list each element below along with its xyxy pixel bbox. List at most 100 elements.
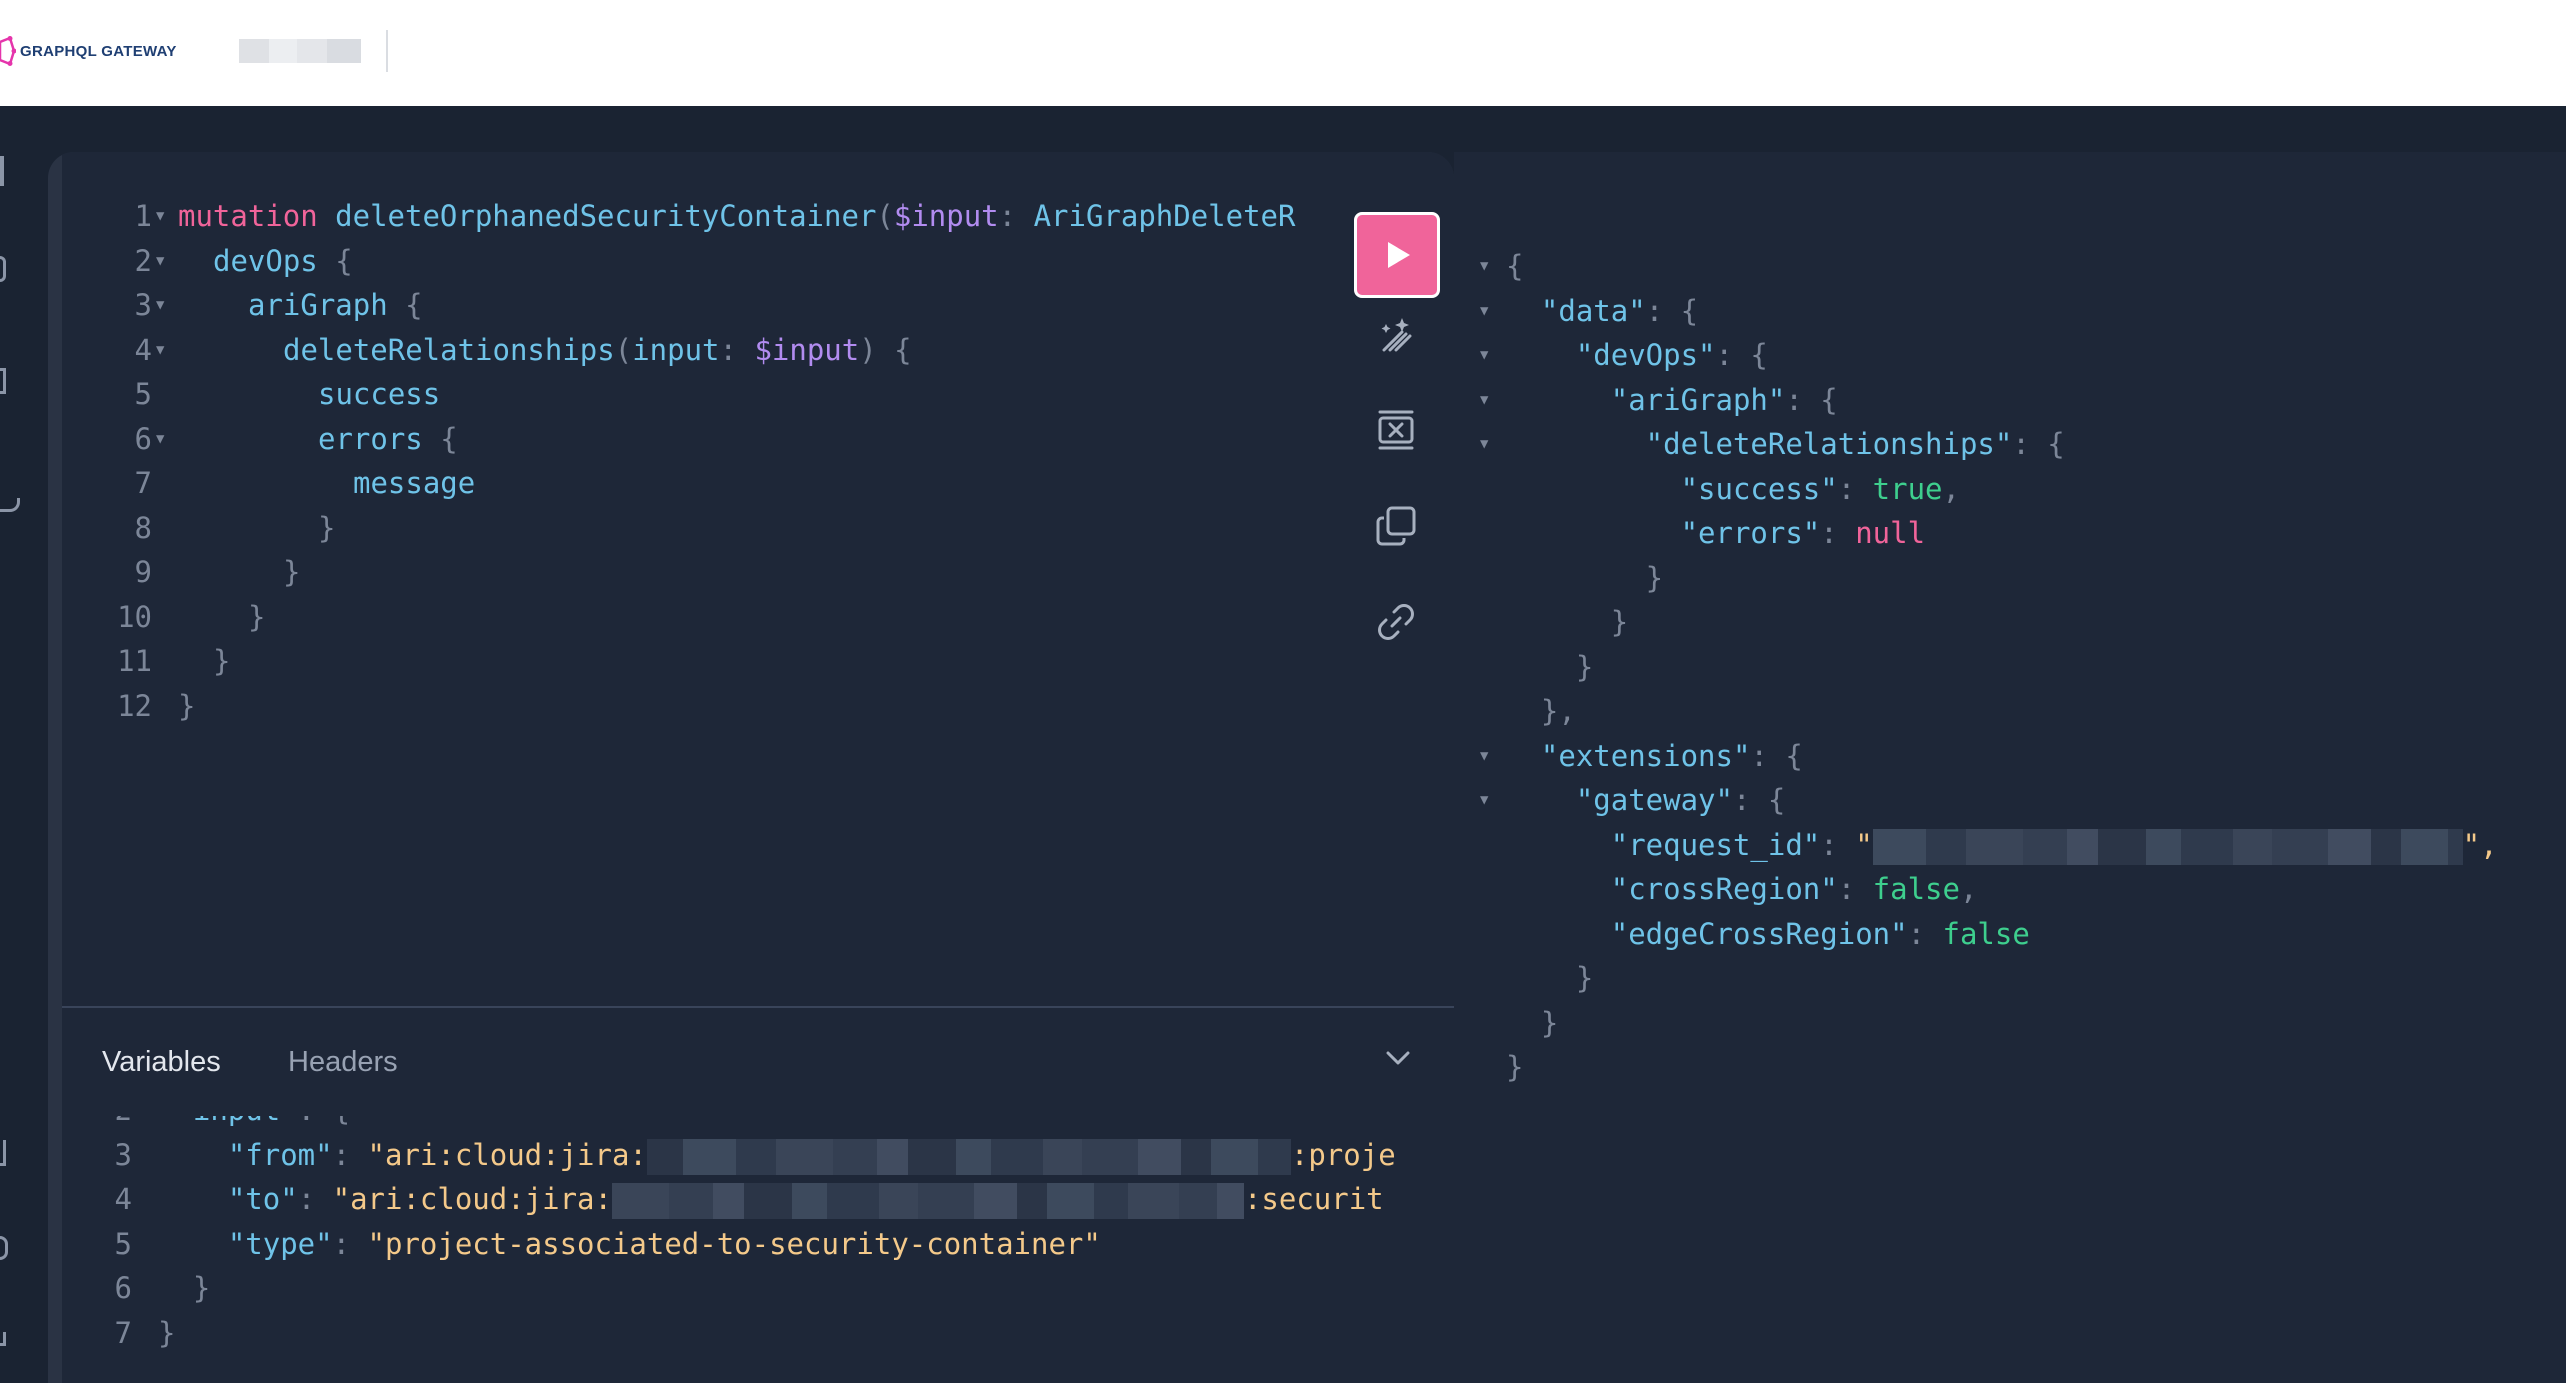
code-line: ▼ "extensions": { [1474, 734, 2554, 778]
code-text: "edgeCrossRegion": false [1506, 912, 2030, 956]
response-viewer: ▼{▼ "data": {▼ "devOps": {▼ "ariGraph": … [1454, 152, 2566, 1383]
topbar-divider [386, 30, 388, 72]
code-line[interactable]: 4 "to": "ari:cloud:jira::securit [62, 1177, 1432, 1221]
code-token: : [332, 1226, 368, 1261]
code-line[interactable]: 5 "type": "project-associated-to-securit… [62, 1222, 1432, 1266]
code-line[interactable]: 1 ▼ mutation deleteOrphanedSecurityContain… [62, 194, 1302, 238]
code-line: } [1474, 645, 2554, 689]
top-bar: GRAPHQL GATEWAY [0, 0, 2566, 106]
fold-toggle-icon[interactable]: ▼ [156, 283, 164, 327]
code-text: errors { [318, 417, 458, 461]
line-number: 5 [114, 1226, 132, 1261]
line-number: 1 [134, 199, 152, 233]
variables-code[interactable]: 2 ▼ input : {3 "from": "ari:cloud:jira::p… [62, 1116, 1432, 1383]
code-token: : { [1645, 293, 1699, 328]
code-line[interactable]: 4 ▼ deleteRelationships(input: $input) { [62, 328, 1302, 372]
code-line[interactable]: 12} [62, 684, 1302, 728]
rail-docs-icon[interactable] [0, 156, 4, 186]
fold-toggle-icon[interactable]: ▼ [156, 194, 164, 238]
rail-settings-icon[interactable] [0, 1236, 8, 1260]
code-line: ▼ "ariGraph": { [1474, 378, 2554, 422]
code-line[interactable]: 2 ▼ input : { [62, 1116, 1432, 1132]
code-token: { [405, 288, 423, 322]
code-token: :proje [1290, 1137, 1396, 1172]
code-line[interactable]: 6 ▼ errors { [62, 417, 1302, 461]
redacted-workspace-name [239, 39, 361, 63]
code-token: "data" [1506, 293, 1646, 328]
rail-shortcuts-icon[interactable] [0, 1140, 6, 1166]
link-icon[interactable] [1372, 598, 1420, 646]
line-number: 2 [134, 243, 152, 278]
tab-variables[interactable]: Variables [102, 1046, 221, 1079]
code-text: { [1506, 244, 1523, 288]
code-token: : { [1732, 783, 1786, 817]
code-line[interactable]: 7} [62, 1311, 1432, 1355]
merge-fragments-icon[interactable] [1372, 406, 1420, 454]
prettify-icon[interactable] [1372, 310, 1420, 358]
fold-toggle-icon[interactable]: ▼ [1480, 422, 1488, 466]
code-text: devOps { [213, 239, 353, 283]
fold-toggle-icon[interactable]: ▼ [1480, 734, 1488, 778]
code-token: false [1942, 916, 2030, 951]
code-token: , [1942, 471, 1960, 506]
tab-headers[interactable]: Headers [288, 1046, 398, 1079]
rail-explorer-icon[interactable] [0, 368, 6, 394]
fold-toggle-icon[interactable]: ▼ [1480, 778, 1488, 822]
code-token: "errors" [1506, 516, 1821, 550]
code-line[interactable]: 10} [62, 595, 1302, 639]
code-token: "extensions" [1506, 738, 1751, 773]
code-line[interactable]: 2 ▼ devOps { [62, 239, 1302, 283]
code-token: ) { [859, 332, 912, 367]
variables-editor[interactable]: 2 ▼ input : {3 "from": "ari:cloud:jira::p… [62, 1116, 1454, 1383]
code-line[interactable]: 6 } [62, 1266, 1432, 1310]
code-text: } [1506, 956, 1593, 1000]
code-token: errors [318, 421, 423, 456]
code-text: } [1506, 1045, 1523, 1089]
rail-history-icon[interactable] [0, 256, 6, 282]
fold-toggle-icon[interactable]: ▼ [1480, 333, 1488, 377]
code-line[interactable]: 5 success [62, 372, 1302, 416]
code-line: } [1474, 1001, 2554, 1045]
line-number: 4 [114, 1182, 132, 1216]
fold-toggle-icon[interactable]: ▼ [1480, 289, 1488, 333]
code-token: devOps [213, 243, 318, 278]
code-line[interactable]: 9} [62, 550, 1302, 594]
copy-icon[interactable] [1372, 502, 1420, 550]
code-token: ", [2462, 827, 2498, 862]
fold-toggle-icon[interactable]: ▼ [1480, 378, 1488, 422]
code-token: success [318, 377, 441, 411]
rail-saved-icon[interactable] [0, 498, 20, 512]
code-text: "crossRegion": false, [1506, 867, 1978, 911]
line-number: 11 [117, 644, 152, 678]
code-line[interactable]: 11} [62, 639, 1302, 683]
code-token: "to" [158, 1182, 298, 1216]
code-token: } [1506, 560, 1664, 595]
query-editor[interactable]: 1 ▼ mutation deleteOrphanedSecurityContain… [62, 152, 1454, 1006]
code-token: "ari:cloud:jira: [332, 1182, 612, 1216]
rail-account-icon[interactable] [0, 1332, 6, 1346]
code-token: deleteOrphanedSecurityContainer [335, 199, 877, 233]
code-token: : [1820, 516, 1856, 550]
fold-toggle-icon[interactable]: ▼ [1480, 244, 1488, 288]
code-line[interactable]: 7 message [62, 461, 1302, 505]
fold-toggle-icon[interactable]: ▼ [156, 328, 164, 372]
code-token: { [1506, 249, 1524, 283]
code-text: } [158, 1311, 175, 1355]
code-text: } [1506, 1001, 1558, 1045]
fold-toggle-icon[interactable]: ▼ [138, 1116, 146, 1132]
code-text: "type": "project-associated-to-security-… [158, 1222, 1101, 1266]
fold-toggle-icon[interactable]: ▼ [156, 417, 164, 461]
code-line: }, [1474, 689, 2554, 733]
run-button[interactable] [1354, 212, 1440, 298]
code-token: } [1506, 961, 1594, 995]
code-line[interactable]: 3 "from": "ari:cloud:jira::proje [62, 1133, 1432, 1177]
code-line[interactable]: 3 ▼ ariGraph { [62, 283, 1302, 327]
fold-toggle-icon[interactable]: ▼ [156, 239, 164, 283]
chevron-down-icon[interactable] [1384, 1048, 1412, 1068]
code-text: ariGraph { [248, 283, 423, 327]
app-logo[interactable]: GRAPHQL GATEWAY [0, 36, 177, 66]
code-line[interactable]: 8} [62, 506, 1302, 550]
code-token: ( [614, 332, 633, 367]
query-code[interactable]: 1 ▼ mutation deleteOrphanedSecurityContain… [62, 194, 1302, 974]
line-number: 5 [134, 377, 152, 411]
